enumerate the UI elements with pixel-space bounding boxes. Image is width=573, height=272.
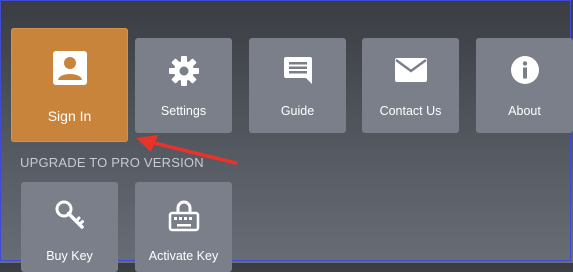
sign-in-label: Sign In bbox=[47, 108, 92, 124]
activate-key-tile[interactable]: Activate Key bbox=[135, 182, 232, 272]
sign-in-tile[interactable]: Sign In bbox=[11, 28, 128, 142]
key-icon bbox=[55, 200, 85, 235]
account-box-icon bbox=[52, 50, 88, 91]
contact-us-label: Contact Us bbox=[379, 104, 442, 118]
envelope-icon bbox=[394, 55, 428, 90]
keyboard-lock-icon bbox=[168, 200, 200, 237]
guide-tile[interactable]: Guide bbox=[249, 38, 346, 133]
gear-icon bbox=[168, 55, 200, 92]
settings-label: Settings bbox=[160, 104, 207, 118]
chat-bubble-icon bbox=[283, 55, 313, 90]
about-label: About bbox=[508, 104, 541, 118]
info-icon bbox=[510, 55, 540, 90]
contact-us-tile[interactable]: Contact Us bbox=[362, 38, 459, 133]
about-tile[interactable]: About bbox=[476, 38, 573, 133]
settings-tile[interactable]: Settings bbox=[135, 38, 232, 133]
activate-key-label: Activate Key bbox=[148, 249, 219, 263]
guide-label: Guide bbox=[280, 104, 315, 118]
upgrade-section-title: UPGRADE TO PRO VERSION bbox=[20, 155, 204, 170]
buy-key-label: Buy Key bbox=[46, 249, 93, 263]
buy-key-tile[interactable]: Buy Key bbox=[21, 182, 118, 272]
